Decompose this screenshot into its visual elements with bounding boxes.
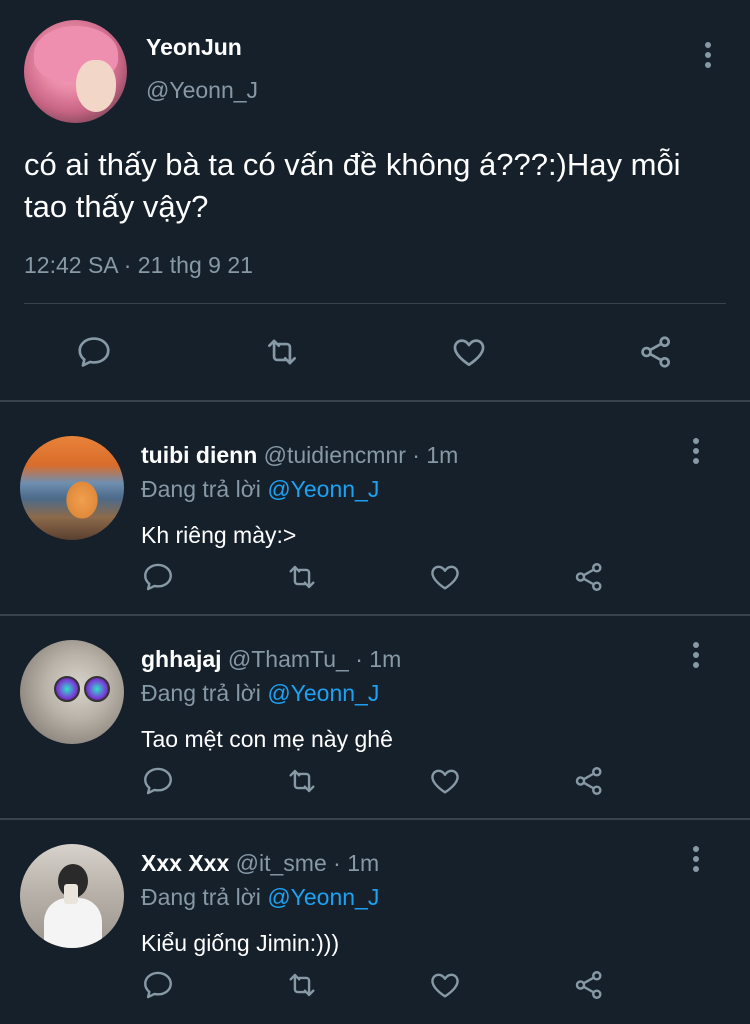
- author-handle[interactable]: @it_sme: [236, 850, 327, 876]
- reply-time[interactable]: 1m: [369, 646, 401, 672]
- avatar[interactable]: [24, 20, 127, 123]
- comment-icon[interactable]: [75, 333, 113, 371]
- author-name[interactable]: tuibi dienn: [141, 442, 257, 468]
- heart-icon[interactable]: [450, 333, 488, 371]
- reply-header: ghhajaj @ThamTu_ · 1m: [141, 646, 401, 673]
- more-vertical-icon[interactable]: [686, 640, 706, 670]
- reply-tweet[interactable]: ghhajaj @ThamTu_ · 1m Đang trả lời @Yeon…: [0, 616, 750, 820]
- author-name[interactable]: ghhajaj: [141, 646, 222, 672]
- author-handle[interactable]: @tuidiencmnr: [264, 442, 406, 468]
- heart-icon[interactable]: [428, 560, 462, 594]
- tweet-timestamp[interactable]: 12:42 SA · 21 thg 9 21: [24, 252, 253, 279]
- author-handle[interactable]: @ThamTu_: [228, 646, 349, 672]
- comment-icon[interactable]: [141, 560, 175, 594]
- replying-to: Đang trả lời @Yeonn_J: [141, 476, 379, 503]
- tweet-text: có ai thấy bà ta có vấn đề không á???:)H…: [24, 147, 681, 224]
- separator-dot: ·: [355, 646, 363, 672]
- reply-time[interactable]: 1m: [347, 850, 379, 876]
- replying-to: Đang trả lời @Yeonn_J: [141, 680, 379, 707]
- more-vertical-icon[interactable]: [686, 844, 706, 874]
- avatar-face: [76, 60, 116, 112]
- retweet-icon[interactable]: [263, 333, 301, 371]
- mention-link[interactable]: @Yeonn_J: [267, 476, 379, 502]
- reply-text: Kiểu giống Jimin:))): [141, 930, 340, 956]
- reply-tweet[interactable]: tuibi dienn @tuidiencmnr · 1m Đang trả l…: [0, 412, 750, 616]
- reply-tweet[interactable]: Xxx Xxx @it_sme · 1m Đang trả lời @Yeonn…: [0, 820, 750, 1024]
- author-handle[interactable]: @Yeonn_J: [146, 77, 258, 104]
- divider: [0, 400, 750, 402]
- share-icon[interactable]: [572, 560, 606, 594]
- share-icon[interactable]: [637, 333, 675, 371]
- retweet-icon[interactable]: [285, 560, 319, 594]
- more-vertical-icon[interactable]: [686, 436, 706, 466]
- reply-text: Kh riêng mày:>: [141, 522, 297, 548]
- divider: [24, 303, 726, 304]
- avatar-body: [44, 898, 102, 948]
- more-vertical-icon[interactable]: [698, 40, 718, 70]
- sunglasses-lens: [54, 676, 80, 702]
- replying-prefix: Đang trả lời: [141, 884, 261, 910]
- retweet-icon[interactable]: [285, 764, 319, 798]
- mention-link[interactable]: @Yeonn_J: [267, 680, 379, 706]
- comment-icon[interactable]: [141, 968, 175, 1002]
- sunglasses-lens: [84, 676, 110, 702]
- main-tweet: YeonJun @Yeonn_J có ai thấy bà ta có vấn…: [0, 0, 750, 402]
- reply-header: Xxx Xxx @it_sme · 1m: [141, 850, 379, 877]
- replying-prefix: Đang trả lời: [141, 476, 261, 502]
- reply-time[interactable]: 1m: [426, 442, 458, 468]
- replying-prefix: Đang trả lời: [141, 680, 261, 706]
- avatar[interactable]: [20, 436, 124, 540]
- separator-dot: ·: [412, 442, 420, 468]
- retweet-icon[interactable]: [285, 968, 319, 1002]
- separator-dot: ·: [333, 850, 341, 876]
- comment-icon[interactable]: [141, 764, 175, 798]
- reply-header: tuibi dienn @tuidiencmnr · 1m: [141, 442, 458, 469]
- heart-icon[interactable]: [428, 968, 462, 1002]
- author-name[interactable]: YeonJun: [146, 34, 242, 61]
- author-name[interactable]: Xxx Xxx: [141, 850, 229, 876]
- avatar[interactable]: [20, 844, 124, 948]
- share-icon[interactable]: [572, 764, 606, 798]
- heart-icon[interactable]: [428, 764, 462, 798]
- avatar-phone: [64, 884, 78, 904]
- replying-to: Đang trả lời @Yeonn_J: [141, 884, 379, 911]
- avatar[interactable]: [20, 640, 124, 744]
- reply-text: Tao mệt con mẹ này ghê: [141, 726, 393, 752]
- share-icon[interactable]: [572, 968, 606, 1002]
- mention-link[interactable]: @Yeonn_J: [267, 884, 379, 910]
